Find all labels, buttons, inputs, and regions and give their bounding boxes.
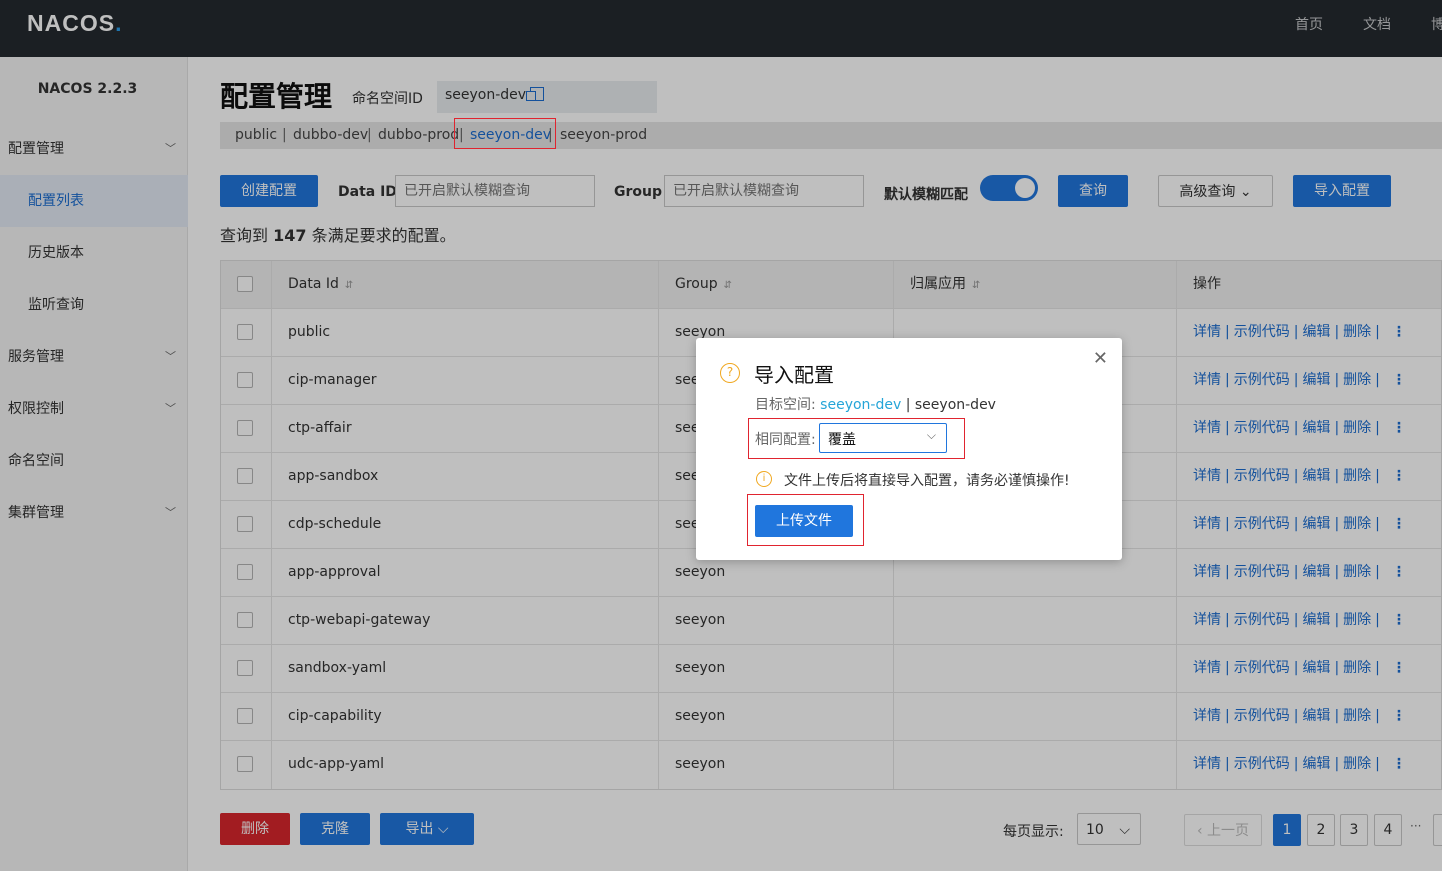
upload-warning: 文件上传后将直接导入配置，请务必谨慎操作!: [784, 473, 1070, 489]
close-icon[interactable]: ✕: [1093, 348, 1108, 369]
dialog-title: 导入配置: [754, 363, 834, 387]
highlight-box-same-config: [748, 418, 965, 459]
target-namespace-id: seeyon-dev: [820, 397, 902, 413]
highlight-box-upload: [747, 494, 864, 546]
target-namespace: 目标空间: seeyon-dev | seeyon-dev: [755, 397, 996, 413]
import-config-dialog: ? 导入配置 ✕ 目标空间: seeyon-dev | seeyon-dev 相…: [696, 338, 1122, 560]
info-icon: i: [756, 471, 772, 487]
target-namespace-name: seeyon-dev: [914, 397, 996, 413]
help-icon: ?: [720, 363, 740, 383]
highlight-box-namespace-tab: [454, 118, 556, 149]
